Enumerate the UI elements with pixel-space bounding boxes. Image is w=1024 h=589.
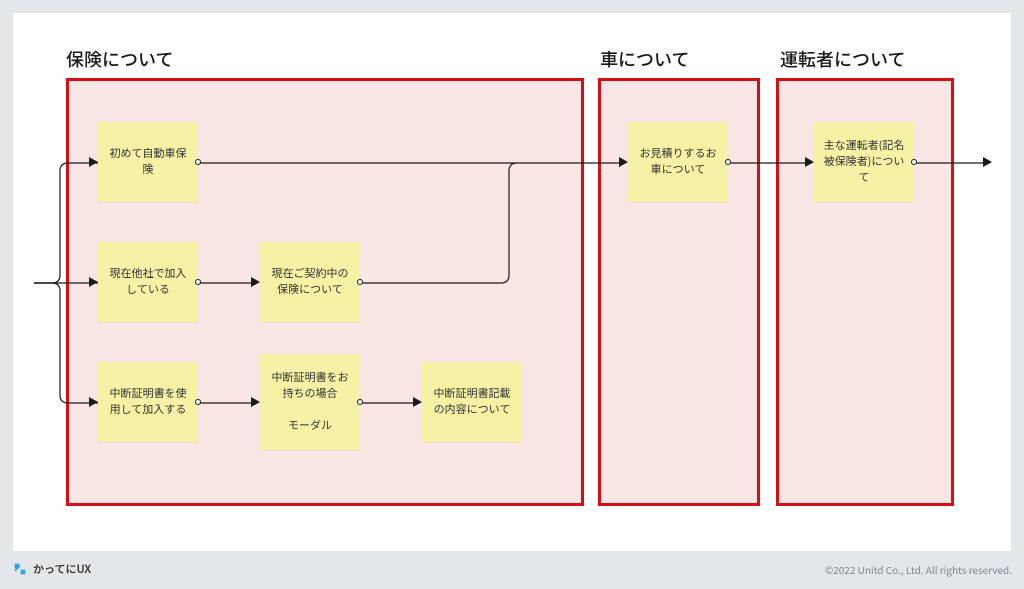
inner-frame: 保険について 車について 運転者について 初めて自動車保険 現在他社で加入してい… [34,34,990,530]
port-dot [725,159,731,165]
note-suspension-modal: 中断証明書をお持ちの場合 モーダル [260,354,360,450]
note-car-quote: お見積りするお車について [628,122,728,202]
arrow-head [251,397,260,407]
arrow-head [89,397,98,407]
note-current-contract: 現在ご契約中の保険について [260,242,360,322]
note-has-suspension: 中断証明書を使用して加入する [98,362,198,442]
note-other-company: 現在他社で加入している [98,242,198,322]
arrow-head [251,277,260,287]
brand: かってにUX [12,561,91,577]
section-title-insurance: 保険について [66,46,173,72]
arrow-head [89,277,98,287]
footer: かってにUX ©2022 Unitd Co., Ltd. All rights … [12,556,1012,582]
slide-canvas: 保険について 車について 運転者について 初めて自動車保険 現在他社で加入してい… [12,12,1012,552]
section-title-car: 車について [600,46,689,72]
arrow-head [413,397,422,407]
port-dot [195,279,201,285]
copyright: ©2022 Unitd Co., Ltd. All rights reserve… [825,562,1012,577]
port-dot [195,399,201,405]
note-suspension-contents: 中断証明書記載の内容について [422,362,522,442]
arrow-head [89,157,98,167]
arrow-head [983,157,992,167]
port-dot [357,279,363,285]
note-main-driver: 主な運転者(記名被保険者)について [814,122,914,202]
section-title-driver: 運転者について [780,46,905,72]
port-dot [911,159,917,165]
arrow-head [619,157,628,167]
port-dot [195,159,201,165]
arrow-head [805,157,814,167]
brand-icon [12,561,28,577]
brand-text: かってにUX [33,561,91,577]
port-dot [357,399,363,405]
note-first-time: 初めて自動車保険 [98,122,198,202]
